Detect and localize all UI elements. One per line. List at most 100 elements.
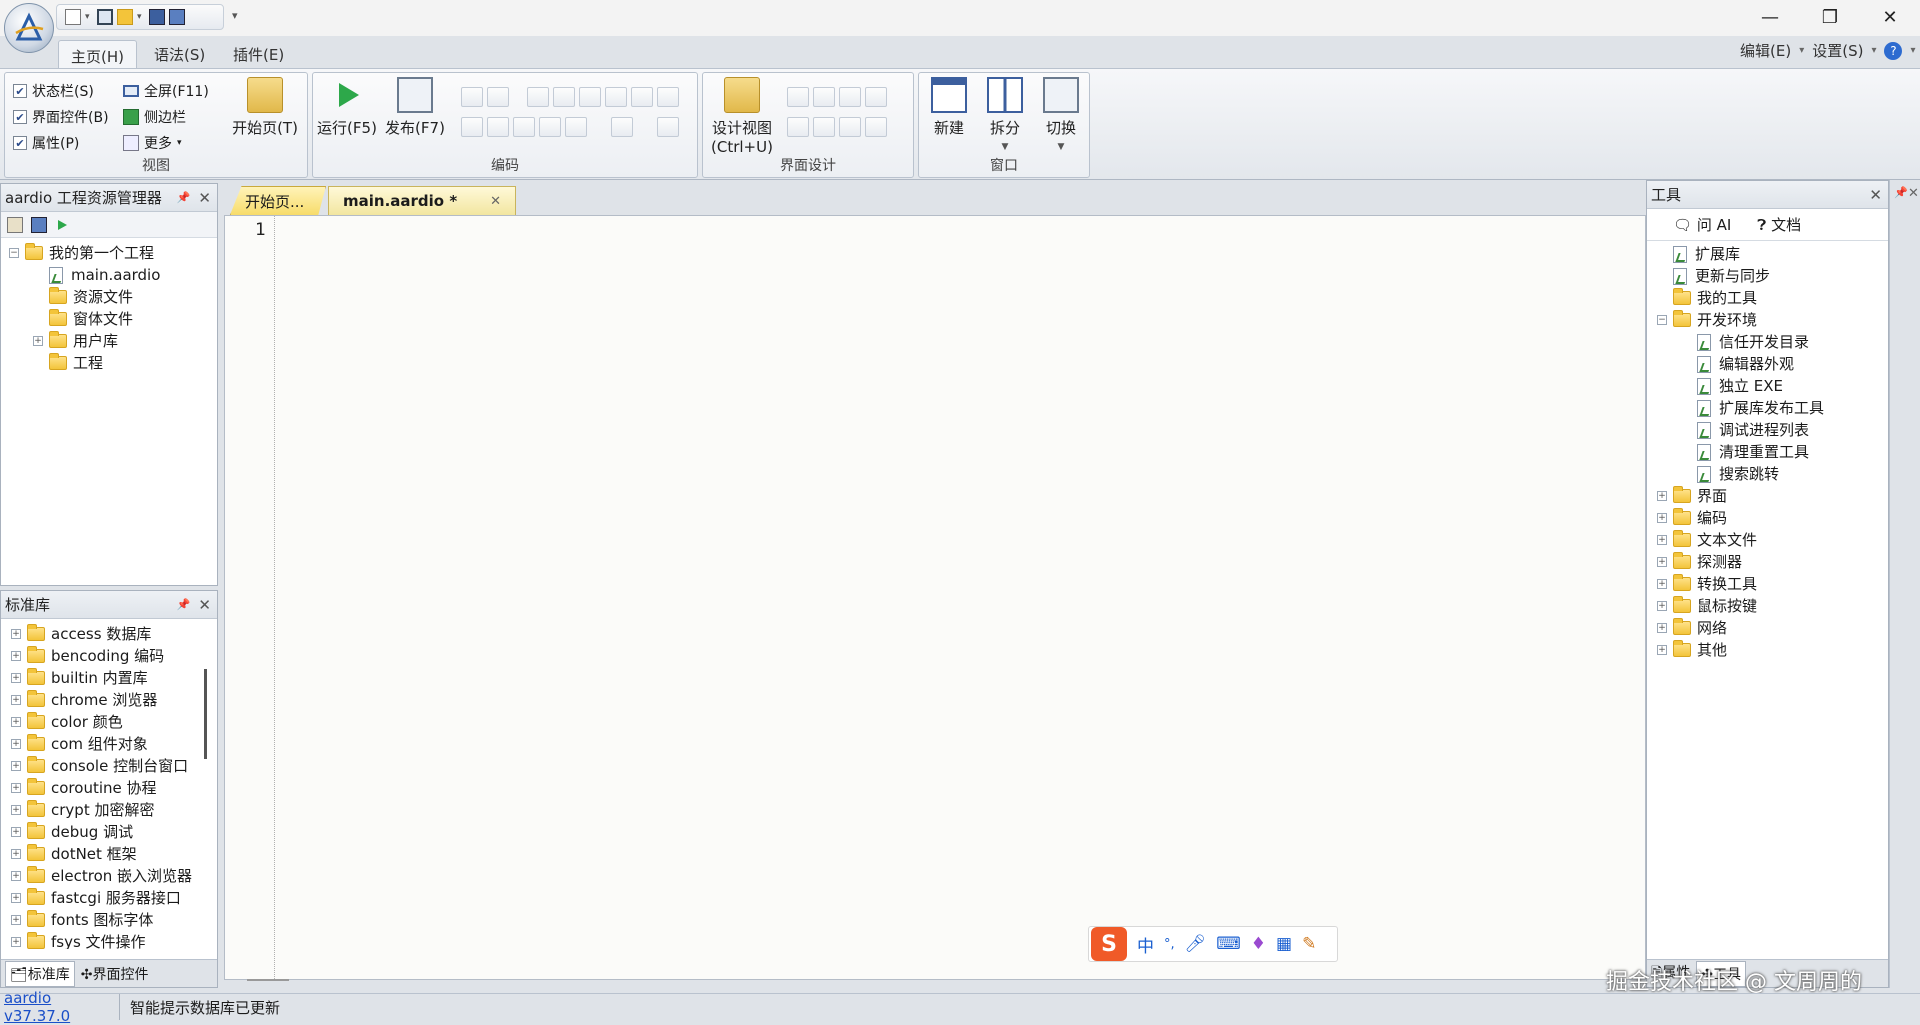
stdlib-item[interactable]: + bencoding 编码 xyxy=(11,645,217,667)
help-icon[interactable]: ? xyxy=(1884,41,1903,60)
expand-icon[interactable]: + xyxy=(11,893,21,903)
minimize-button[interactable]: — xyxy=(1740,0,1800,34)
stdlib-item[interactable]: + color 颜色 xyxy=(11,711,217,733)
pin-icon[interactable]: 📌 xyxy=(177,191,191,204)
tools-tree-item[interactable]: + 文本文件 xyxy=(1657,529,1888,551)
stdlib-item[interactable]: + fsys 文件操作 xyxy=(11,931,217,949)
tab-ui-controls[interactable]: ✣界面控件 xyxy=(81,964,149,984)
fullscreen-button[interactable]: 全屏(F11) xyxy=(123,81,209,101)
expand-icon[interactable]: + xyxy=(33,336,43,346)
stdlib-item[interactable]: + fastcgi 服务器接口 xyxy=(11,887,217,909)
save-all-icon[interactable] xyxy=(169,9,185,25)
tools-tree-item[interactable]: + 鼠标按键 xyxy=(1657,595,1888,617)
close-icon[interactable]: ✕ xyxy=(198,596,211,614)
expand-icon[interactable]: + xyxy=(11,761,21,771)
expand-icon[interactable]: + xyxy=(11,827,21,837)
split-button[interactable]: 拆分 ▼ xyxy=(979,77,1031,157)
save-icon[interactable] xyxy=(149,9,165,25)
open-folder-icon[interactable] xyxy=(117,9,133,25)
pin-icon[interactable]: 📌 xyxy=(1894,186,1908,199)
tools-tree-item[interactable]: + 网络 xyxy=(1657,617,1888,639)
expand-icon[interactable]: + xyxy=(1657,645,1667,655)
stdlib-item[interactable]: + fonts 图标字体 xyxy=(11,909,217,931)
ui-controls-checkbox[interactable]: ✔ 界面控件(B) xyxy=(13,107,109,127)
new-window-button[interactable]: 新建 xyxy=(923,77,975,138)
delete-icon[interactable] xyxy=(539,117,561,137)
expand-icon[interactable]: + xyxy=(1657,579,1667,589)
expand-icon[interactable]: + xyxy=(1657,557,1667,567)
stdlib-item[interactable]: + console 控制台窗口 xyxy=(11,755,217,777)
quick-access-more-icon[interactable]: ▾ xyxy=(232,9,238,22)
publish-button[interactable]: 发布(F7) xyxy=(385,77,445,138)
restore-button[interactable]: ❐ xyxy=(1800,0,1860,34)
project-tree-item[interactable]: 资源文件 xyxy=(9,286,217,308)
stdlib-item[interactable]: + com 组件对象 xyxy=(11,733,217,755)
ask-ai-link[interactable]: 🗨︎ 问 AI xyxy=(1673,214,1731,235)
project-tree-item[interactable]: + 用户库 xyxy=(9,330,217,352)
more-button[interactable]: 更多 ▾ xyxy=(123,133,182,153)
tools-tree-item[interactable]: + 其他 xyxy=(1657,639,1888,661)
code-editor[interactable]: 1 xyxy=(224,215,1646,981)
align-icon[interactable] xyxy=(631,87,653,107)
align-left-icon[interactable] xyxy=(813,87,835,107)
cut-icon[interactable] xyxy=(461,87,483,107)
tools-tree-item[interactable]: 我的工具 xyxy=(1657,287,1888,309)
sidebar-button[interactable]: 侧边栏 xyxy=(123,107,186,127)
project-save-icon[interactable] xyxy=(31,216,47,233)
tools-tree-item[interactable]: 独立 EXE xyxy=(1657,375,1888,397)
indent-icon[interactable] xyxy=(579,87,601,107)
tools-tree-item[interactable]: 编辑器外观 xyxy=(1657,353,1888,375)
window-icon[interactable] xyxy=(97,9,113,25)
tab-home[interactable]: 主页(H) xyxy=(58,40,137,71)
stdlib-item[interactable]: + debug 调试 xyxy=(11,821,217,843)
toolbox-icon[interactable]: ✎ xyxy=(1302,934,1316,954)
project-tree-item[interactable]: 工程 xyxy=(9,352,217,374)
pin-icon[interactable] xyxy=(839,117,861,137)
keyboard-icon[interactable]: ⌨︎ xyxy=(1216,934,1241,954)
tools-tree-item[interactable]: 信任开发目录 xyxy=(1657,331,1888,353)
tools-tree-item[interactable]: − 开发环境 xyxy=(1657,309,1888,331)
stdlib-item[interactable]: + electron 嵌入浏览器 xyxy=(11,865,217,887)
tools-tree-item[interactable]: 清理重置工具 xyxy=(1657,441,1888,463)
tools-tree-item[interactable]: + 探测器 xyxy=(1657,551,1888,573)
collapse-icon[interactable]: − xyxy=(9,248,19,258)
frame-icon[interactable] xyxy=(839,87,861,107)
new-file-icon[interactable] xyxy=(65,9,81,25)
version-link[interactable]: aardio v37.37.0 xyxy=(0,989,120,1025)
expand-icon[interactable]: + xyxy=(11,849,21,859)
switch-button[interactable]: 切换 ▼ xyxy=(1035,77,1087,157)
bookmark-icon[interactable] xyxy=(513,117,535,137)
settings-menu[interactable]: 设置(S) xyxy=(1812,40,1863,61)
expand-icon[interactable]: + xyxy=(1657,491,1667,501)
tools-tree-item[interactable]: 搜索跳转 xyxy=(1657,463,1888,485)
stdlib-item[interactable]: + dotNet 框架 xyxy=(11,843,217,865)
anchor-icon[interactable] xyxy=(865,117,887,137)
project-run-icon[interactable] xyxy=(55,218,69,232)
edit-menu[interactable]: 编辑(E) xyxy=(1740,40,1791,61)
tools-tree-item[interactable]: 更新与同步 xyxy=(1657,265,1888,287)
expand-icon[interactable]: + xyxy=(1657,623,1667,633)
uncomment-icon[interactable] xyxy=(487,117,509,137)
start-page-button[interactable]: 开始页(T) xyxy=(229,77,301,138)
expand-icon[interactable]: + xyxy=(11,629,21,639)
tools-tree-item[interactable]: + 界面 xyxy=(1657,485,1888,507)
tab-start-page[interactable]: 开始页... xyxy=(230,186,326,215)
comment-icon[interactable] xyxy=(461,117,483,137)
microphone-icon[interactable]: 🎤︎ xyxy=(1185,934,1207,954)
project-tree-item[interactable]: 窗体文件 xyxy=(9,308,217,330)
group-icon[interactable] xyxy=(865,87,887,107)
stdlib-item[interactable]: + coroutine 协程 xyxy=(11,777,217,799)
stdlib-item[interactable]: + chrome 浏览器 xyxy=(11,689,217,711)
expand-icon[interactable]: + xyxy=(11,783,21,793)
scrollbar-thumb[interactable] xyxy=(204,669,207,759)
pin-icon[interactable]: 📌 xyxy=(177,598,191,611)
expand-icon[interactable]: + xyxy=(11,651,21,661)
run-button[interactable]: 运行(F5) xyxy=(317,77,377,138)
expand-icon[interactable]: + xyxy=(11,871,21,881)
format-icon[interactable] xyxy=(657,87,679,107)
expand-icon[interactable]: + xyxy=(1657,535,1667,545)
tab-stdlib[interactable]: 🗂标准库 xyxy=(5,960,75,987)
tools-tree-item[interactable]: + 转换工具 xyxy=(1657,573,1888,595)
expand-icon[interactable]: + xyxy=(1657,513,1667,523)
design-view-button[interactable]: 设计视图 (Ctrl+U) xyxy=(707,77,777,157)
